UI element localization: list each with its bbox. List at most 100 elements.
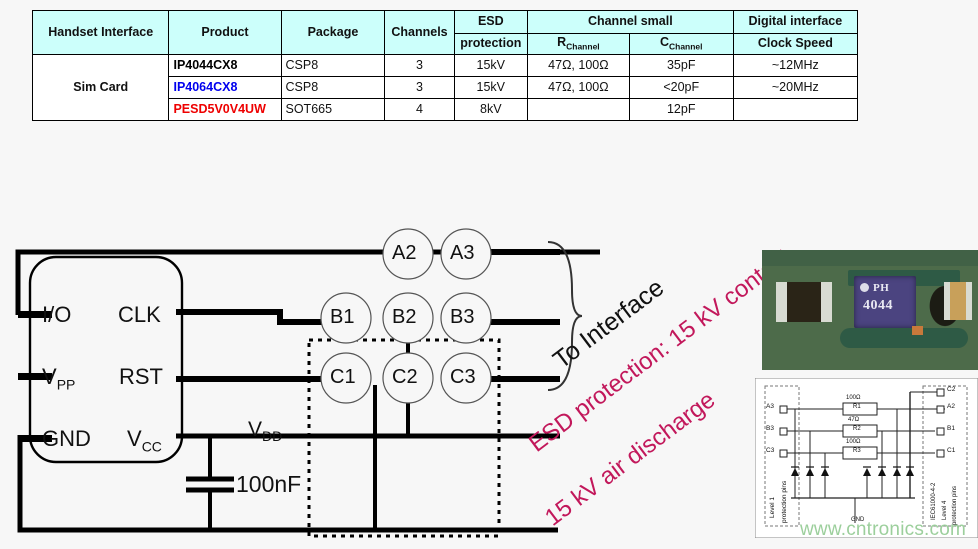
cell-c-channel: <20pF xyxy=(628,76,734,99)
cell-channels: 3 xyxy=(384,76,455,99)
photo-trace xyxy=(762,250,978,266)
cell-c-channel: 12pF xyxy=(628,98,734,121)
cell-channels: 3 xyxy=(384,54,455,77)
pin-square-a2 xyxy=(936,405,945,414)
th-digital-interface: Digital interface xyxy=(732,10,859,34)
schem-label-a2: A2 xyxy=(947,403,955,410)
photo-orange-pad xyxy=(912,326,923,335)
cell-package: CSP8 xyxy=(280,54,386,77)
pin-label-vcc-base: V xyxy=(127,426,142,451)
label-vdd-base: V xyxy=(248,418,263,441)
schem-label-c2: C2 xyxy=(947,386,956,393)
th-esd-line1: ESD xyxy=(477,14,504,29)
cell-package: SOT665 xyxy=(280,98,386,121)
th-c-channel-base: C xyxy=(659,35,669,50)
cell-product: PESD5V0V4UW xyxy=(168,98,282,121)
schem-label-b3: B3 xyxy=(766,425,774,432)
th-r-channel-sub: Channel xyxy=(566,41,600,52)
schem-label-c3: C3 xyxy=(766,447,775,454)
schem-label-level1-pins: protection pins xyxy=(781,480,788,523)
th-c-channel: CChannel xyxy=(628,33,734,55)
table-row: Sim Card IP4044CX8 CSP8 3 15kV 47Ω, 100Ω… xyxy=(31,54,859,121)
pin-label-vpp-base: V xyxy=(42,364,57,389)
schem-value-r2: 47Ω xyxy=(848,417,860,423)
th-clock-speed: Clock Speed xyxy=(732,33,859,55)
schem-name-r1: R1 xyxy=(853,404,861,410)
cell-package: CSP8 xyxy=(280,76,386,99)
pin-label-io: I/O xyxy=(42,302,72,327)
schem-value-r1: 100Ω xyxy=(846,395,861,401)
cell-esd: 15kV xyxy=(453,76,528,99)
cell-clock-speed: ~12MHz xyxy=(732,54,859,77)
photo-component xyxy=(944,282,972,320)
label-vdd: VDD xyxy=(248,418,282,444)
pin-square-c1 xyxy=(936,449,945,458)
schem-label-c1: C1 xyxy=(947,447,956,454)
pin-label-vpp-sub: PP xyxy=(56,376,76,393)
cell-c-channel: 35pF xyxy=(628,54,734,77)
pad-label-A2: A2 xyxy=(392,242,417,264)
wire-clk-b1 xyxy=(176,309,325,325)
cell-esd: 8kV xyxy=(453,98,528,121)
photo-resistor xyxy=(776,282,832,322)
label-vdd-sub: DD xyxy=(262,428,283,445)
cell-sim-card: Sim Card xyxy=(31,54,170,121)
photo-ic-marking-line2: 4044 xyxy=(863,298,893,313)
schem-label-level1: Level 1 xyxy=(769,497,776,518)
cell-clock-speed: ~20MHz xyxy=(732,76,859,99)
th-esd: ESD xyxy=(453,10,528,34)
pin-square-c3 xyxy=(779,449,788,458)
pin-label-vcc-sub: CC xyxy=(141,438,162,455)
pin-label-vpp: VPP xyxy=(42,364,75,392)
th-c-channel-sub: Channel xyxy=(668,41,703,52)
pin-square-a3 xyxy=(779,405,788,414)
pin-square-b1 xyxy=(936,427,945,436)
th-channels: Channels xyxy=(384,10,455,55)
pad-label-C3: C3 xyxy=(450,366,476,388)
pad-label-B2: B2 xyxy=(392,306,417,328)
pin-label-clk: CLK xyxy=(118,302,161,327)
pcb-photo: PH 4044 xyxy=(762,250,978,370)
th-package: Package xyxy=(280,10,386,55)
table-header-row-1: Handset Interface Product Package Channe… xyxy=(31,10,859,55)
cell-channels: 4 xyxy=(384,98,455,121)
schem-value-r3: 100Ω xyxy=(846,439,861,445)
cell-clock-speed xyxy=(732,98,859,121)
schem-label-b1: B1 xyxy=(947,425,955,432)
pad-label-B3: B3 xyxy=(450,306,475,328)
photo-pad xyxy=(840,328,968,348)
th-r-channel-base: R xyxy=(557,35,567,50)
cell-r-channel: 47Ω, 100Ω xyxy=(526,76,630,99)
pin-square-b3 xyxy=(779,427,788,436)
cell-r-channel: 47Ω, 100Ω xyxy=(526,54,630,77)
schem-name-r2: R2 xyxy=(853,426,861,432)
cell-product: IP4044CX8 xyxy=(168,54,282,77)
photo-ic: PH 4044 xyxy=(854,276,916,328)
spec-table: Handset Interface Product Package Channe… xyxy=(31,10,859,121)
watermark: www.cntronics.com xyxy=(800,519,966,540)
pad-label-A3: A3 xyxy=(450,242,475,264)
schem-label-iec: IEC61000-4-2 xyxy=(931,482,937,520)
cell-r-channel xyxy=(526,98,630,121)
th-product: Product xyxy=(168,10,282,55)
th-esd-line2: protection xyxy=(453,33,528,55)
cell-esd: 15kV xyxy=(453,54,528,77)
pad-label-C1: C1 xyxy=(330,366,356,388)
cell-product: IP4064CX8 xyxy=(168,76,282,99)
th-r-channel: RChannel xyxy=(526,33,630,55)
pad-label-C2: C2 xyxy=(392,366,418,388)
th-handset-interface: Handset Interface xyxy=(31,10,170,55)
pad-label-B1: B1 xyxy=(330,306,355,328)
pin-label-rst: RST xyxy=(119,364,163,389)
pin-label-vcc: VCC xyxy=(127,426,162,454)
pin-label-gnd: GND xyxy=(42,426,91,451)
schem-label-level4: Level 4 xyxy=(942,500,948,520)
schem-label-a3: A3 xyxy=(766,403,774,410)
photo-ic-marking-line1: PH xyxy=(873,282,890,294)
schem-name-r3: R3 xyxy=(853,448,861,454)
inner-schematic: A3 B3 C3 C2 A2 B1 C1 100Ω R1 47Ω R2 100Ω… xyxy=(755,378,978,538)
label-capacitor: 100nF xyxy=(236,471,302,497)
th-channel-small: Channel small xyxy=(526,10,734,34)
photo-ic-dot xyxy=(860,283,869,292)
pin-square-c2 xyxy=(936,388,945,397)
